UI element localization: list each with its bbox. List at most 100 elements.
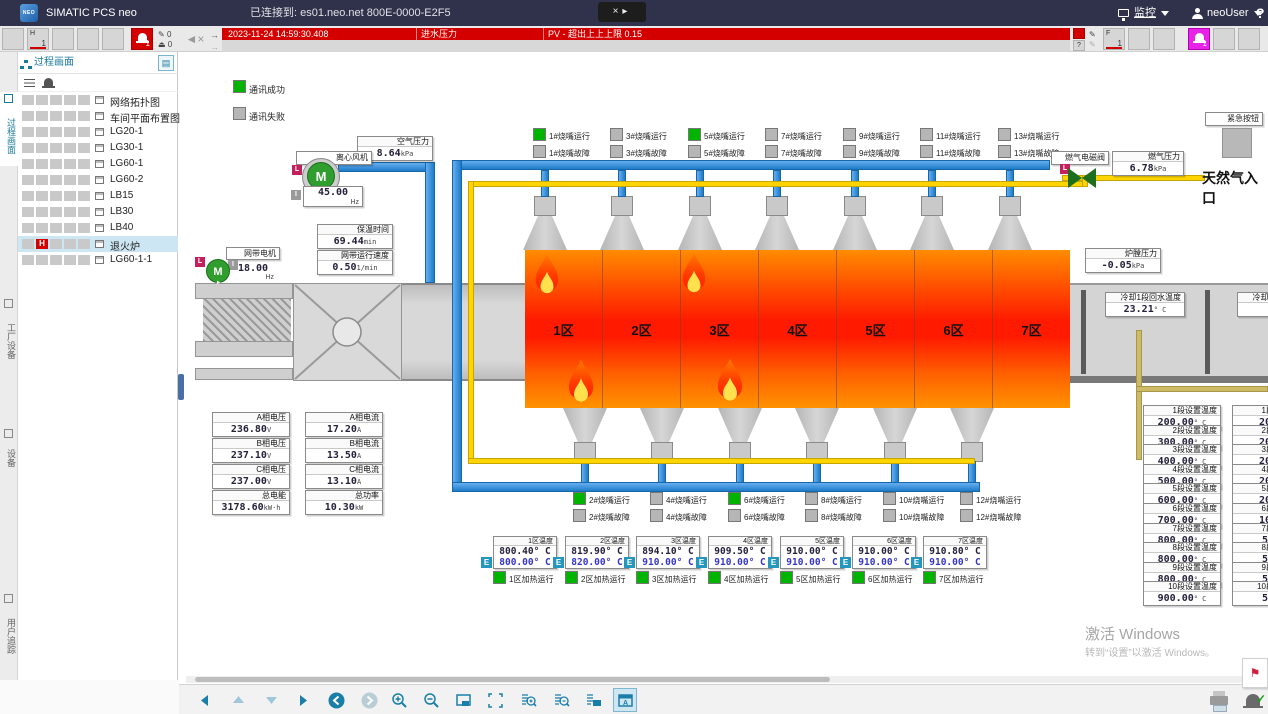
printer-icon[interactable] (1210, 696, 1228, 705)
sidebar-item-网络拓扑图[interactable]: 网络拓扑图 (18, 92, 178, 108)
fan-speed-display[interactable]: 45.00 Hz (303, 186, 363, 207)
list-scale-icon (585, 692, 602, 709)
estop-button[interactable] (1222, 128, 1252, 158)
recorder-close-icon[interactable]: × (613, 6, 623, 17)
zoom-out-button[interactable] (419, 688, 443, 712)
cooling1-display[interactable]: 冷却1段回水温度23.21° C (1105, 292, 1185, 317)
electrical-display-1[interactable]: A相电流17.20A (305, 412, 383, 437)
flag-button[interactable]: ⚑ (1242, 658, 1268, 688)
zoom-selection-button[interactable] (451, 688, 475, 712)
furnace-zone-6: 6区 (915, 250, 993, 408)
sidebar-item-退火炉[interactable]: H退火炉 (18, 236, 178, 252)
scrollbar-thumb[interactable] (195, 677, 830, 682)
alarm-line[interactable]: 2023-11-24 14:59:30.408 进水压力 PV - 超出上上上限… (222, 28, 1070, 40)
toolbar-button-1[interactable] (2, 28, 24, 50)
help-button[interactable]: ? (1256, 0, 1265, 26)
segment-time-display-10[interactable]: 10段设置时间5.0 (1232, 581, 1268, 606)
mode-menu[interactable]: 监控 (1118, 0, 1169, 26)
sidebar-item-LG60-2[interactable]: LG60-2 (18, 172, 178, 188)
sidebar-item-LG20-1[interactable]: LG20-1 (18, 124, 178, 140)
zoom-in-button[interactable] (387, 688, 411, 712)
rail-tab-用户追踪[interactable]: 用户追踪 (0, 592, 18, 666)
sidebar-item-LB40[interactable]: LB40 (18, 220, 178, 236)
toolbar-button-6[interactable] (1153, 28, 1175, 50)
gas-inlet-label: 天然气入口 (1202, 168, 1268, 208)
sidebar-item-LB30[interactable]: LB30 (18, 204, 178, 220)
gas-valve-icon[interactable] (1068, 168, 1082, 188)
back-button[interactable] (324, 688, 348, 712)
zone-temp-display-4[interactable]: 4区温度909.50° C910.00° C (708, 536, 772, 569)
electrical-display-4[interactable]: C相电压237.00V (212, 464, 290, 489)
belt-motor-speed-display[interactable]: 18.00 Hz (229, 263, 277, 281)
zone-temp-display-3[interactable]: 3区温度894.10° C910.00° C (636, 536, 700, 569)
electrical-6-value: 3178.60kW·h (213, 501, 289, 514)
cooling2-display[interactable]: 冷却2段回水温度15. (1237, 292, 1268, 317)
panel-splitter[interactable] (178, 374, 184, 400)
screen-recorder-overlay[interactable]: ×▸ (598, 2, 646, 22)
forward-button[interactable] (357, 688, 381, 712)
belt-speed-display[interactable]: 网带运行速度0.501/min (317, 250, 393, 275)
jump-to-alarm-icon[interactable]: → (210, 30, 219, 40)
fit-view-button[interactable] (483, 688, 507, 712)
toolbar-button-7[interactable] (1213, 28, 1235, 50)
rail-tab-过程画面[interactable]: 过程画面 (0, 92, 18, 166)
gas-pressure-display[interactable]: 燃气压力6.78kPa (1112, 151, 1184, 176)
electrical-display-0[interactable]: A相电压236.80V (212, 412, 290, 437)
toolbar-button-8[interactable] (1238, 28, 1260, 50)
list-scale-button[interactable] (581, 688, 605, 712)
nav-up-button[interactable] (226, 688, 250, 712)
user-menu-label[interactable]: neoUser (1207, 7, 1249, 19)
electrical-display-3[interactable]: B相电流13.50A (305, 438, 383, 463)
alarm-h-button[interactable]: H 1 (27, 28, 49, 50)
horizontal-scrollbar[interactable] (186, 676, 1268, 683)
furnace-pressure-display[interactable]: 炉膛压力-0.05kPa (1085, 248, 1161, 273)
rail-tab-设备[interactable]: 设备 (0, 427, 18, 475)
active-alarm-button[interactable]: 1 (131, 28, 153, 50)
sidebar-item-LG60-1[interactable]: LG60-1 (18, 156, 178, 172)
sidebar-item-车间平面布置图[interactable]: 车间平面布置图 (18, 108, 178, 124)
zone-temp-display-6[interactable]: 6区温度910.00° C910.00° C (852, 536, 916, 569)
toolbar-button-4[interactable] (102, 28, 124, 50)
sidebar-pin-button[interactable]: ▤ (158, 55, 174, 71)
air-pipe (452, 160, 462, 492)
electrical-display-2[interactable]: B相电压237.10V (212, 438, 290, 463)
item-status-square (78, 111, 90, 121)
electrical-display-7[interactable]: 总功率10.30kW (305, 490, 383, 515)
nav-first-button[interactable] (193, 688, 217, 712)
list-zoom-in-button[interactable] (516, 688, 540, 712)
list-zoom-out-button[interactable] (549, 688, 573, 712)
mode-menu-label[interactable]: 监控 (1134, 7, 1156, 19)
alarm-f-button[interactable]: F 1 (1103, 28, 1125, 50)
toolbar-button-5[interactable] (1128, 28, 1150, 50)
nav-next-button[interactable] (291, 688, 315, 712)
toolbar-button-2[interactable] (52, 28, 74, 50)
belt-motor-icon[interactable]: M▸ (206, 259, 230, 283)
toolbar-button-3[interactable] (77, 28, 99, 50)
segment-temp-display-10[interactable]: 10段设置温度900.00° C (1143, 581, 1221, 606)
zone-temp-display-5[interactable]: 5区温度910.00° C910.00° C (780, 536, 844, 569)
sidebar-item-LG60-1-1[interactable]: LG60-1-1 (18, 252, 178, 268)
nav-down-button[interactable] (259, 688, 283, 712)
rail-tab-工厂设备[interactable]: 工厂设备 (0, 297, 18, 371)
message-alarm-button[interactable]: 1 (1188, 28, 1210, 50)
mute-button[interactable]: ◄× (184, 29, 206, 49)
hold-time-display[interactable]: 保温时间69.44min (317, 224, 393, 249)
sidebar-item-LB15[interactable]: LB15 (18, 188, 178, 204)
zone-temp-display-7[interactable]: 7区温度910.80° C910.00° C (923, 536, 987, 569)
list-view-icon[interactable] (24, 79, 35, 87)
electrical-display-5[interactable]: C相电流13.10A (305, 464, 383, 489)
alarm-person-button[interactable] (1073, 28, 1085, 39)
burner-7-fault-led (765, 145, 778, 158)
user-menu[interactable]: neoUser (1192, 0, 1262, 26)
zone-e-badge-1: E (481, 557, 492, 568)
alarm-filter-icon[interactable] (44, 78, 53, 86)
electrical-display-6[interactable]: 总电能3178.60kW·h (212, 490, 290, 515)
jump-to-alarm-icon-2[interactable]: → (210, 42, 219, 52)
sidebar-item-LG30-1[interactable]: LG30-1 (18, 140, 178, 156)
entry-duct (402, 283, 525, 381)
overview-window-button[interactable]: A (613, 688, 637, 712)
zone-temp-display-1[interactable]: 1区温度800.40° C800.00° C (493, 536, 557, 569)
help-small-button[interactable]: ? (1073, 40, 1085, 51)
zone-temp-display-2[interactable]: 2区温度819.90° C820.00° C (565, 536, 629, 569)
belt-speed-value: 0.501/min (318, 261, 392, 274)
